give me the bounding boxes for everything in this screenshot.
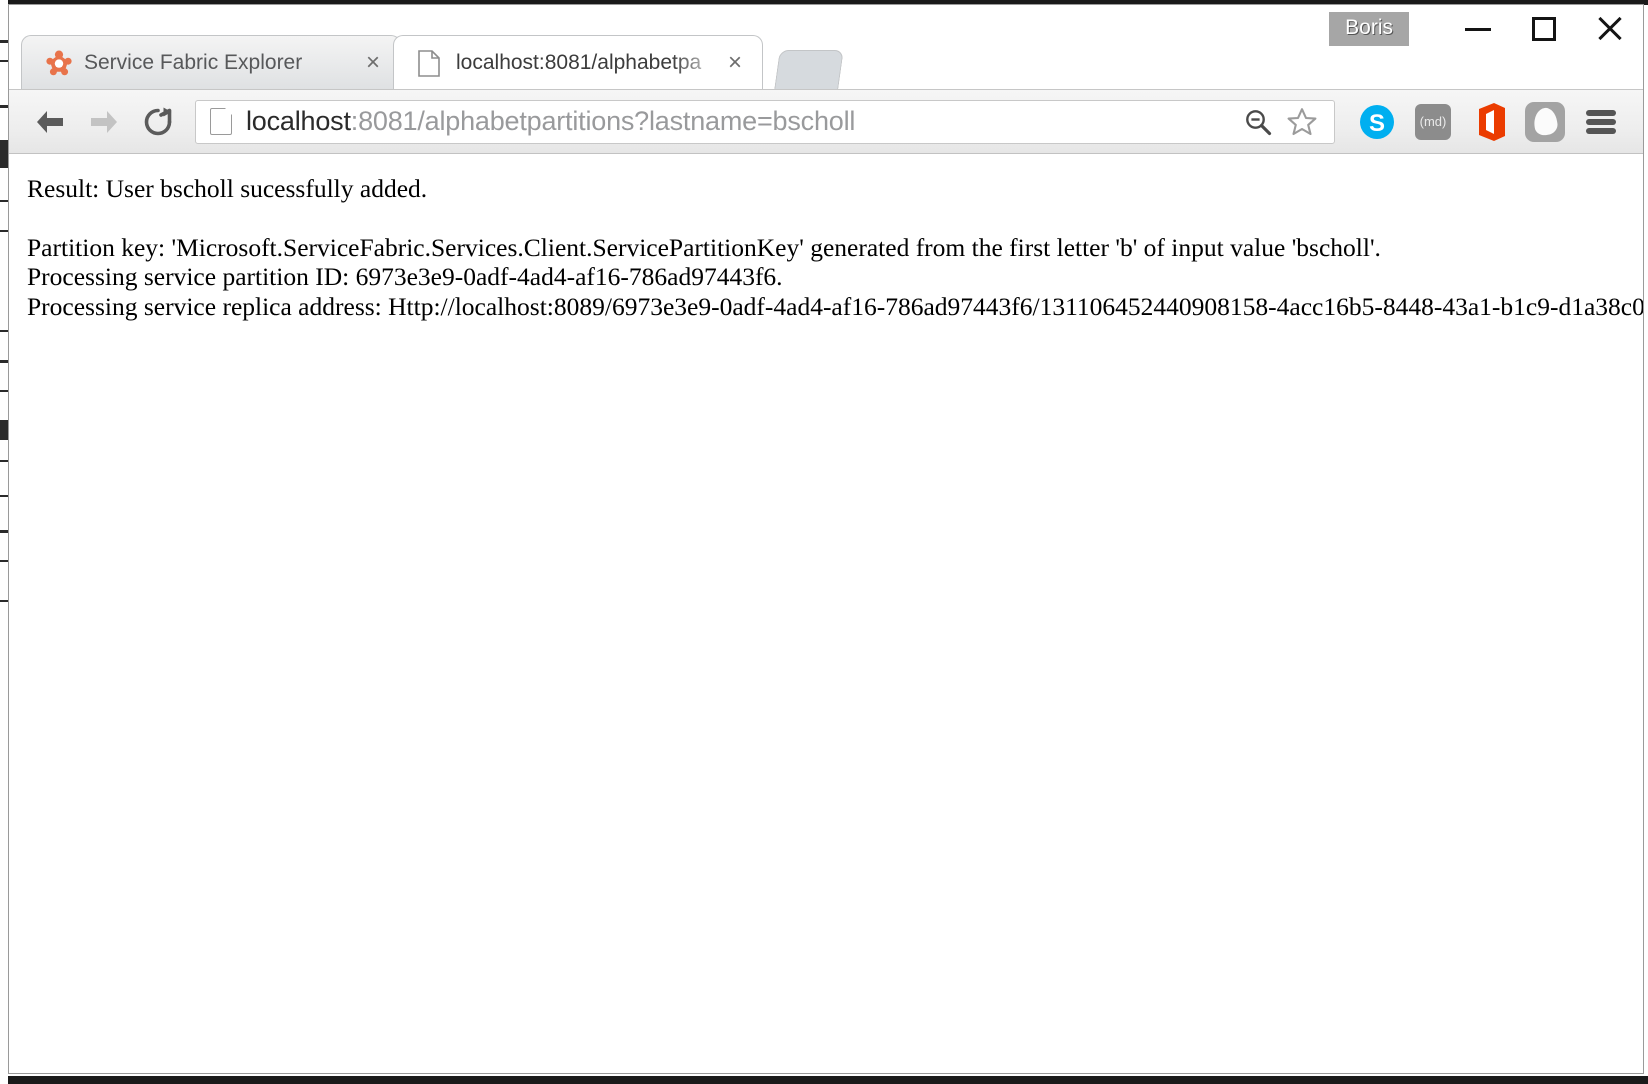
url-host: localhost — [246, 106, 351, 136]
url-path: :8081/alphabetpartitions?lastname=bschol… — [350, 106, 856, 136]
skype-icon: S — [1360, 104, 1394, 139]
minimize-icon — [1465, 27, 1491, 31]
maximize-icon — [1532, 17, 1556, 41]
tab-localhost-alphabetpartitions[interactable]: localhost:8081/alphabetpa × — [393, 35, 763, 89]
address-bar[interactable]: localhost:8081/alphabetpartitions?lastna… — [195, 99, 1335, 144]
back-button[interactable] — [23, 95, 77, 149]
markdown-badge: (md) — [1415, 103, 1451, 140]
tab-strip: Service Fabric Explorer × localhost:8081… — [9, 5, 1643, 90]
office-icon — [1479, 102, 1505, 141]
tab-close-icon[interactable]: × — [720, 48, 750, 78]
page-info-icon[interactable] — [210, 107, 233, 135]
result-line: Result: User bscholl sucessfully added. — [27, 174, 428, 203]
star-icon — [1287, 107, 1317, 135]
svg-text:S: S — [1369, 110, 1385, 137]
service-fabric-logo-icon — [46, 50, 72, 76]
browser-toolbar: localhost:8081/alphabetpartitions?lastna… — [9, 90, 1643, 154]
reload-icon — [144, 107, 172, 135]
reload-button[interactable] — [131, 95, 185, 149]
background-window-edge — [0, 0, 8, 1084]
tab-close-icon[interactable]: × — [358, 48, 388, 78]
pocket-blob-icon — [1531, 106, 1559, 137]
page-content: Result: User bscholl sucessfully added. … — [9, 154, 1644, 1073]
partition-key-line: Partition key: 'Microsoft.ServiceFabric.… — [27, 232, 1381, 262]
pocket-badge — [1525, 101, 1565, 142]
browser-window: Service Fabric Explorer × localhost:8081… — [8, 4, 1644, 1074]
window-controls: Boris — [1329, 5, 1643, 53]
maximize-button[interactable] — [1511, 5, 1577, 53]
skype-extension-button[interactable]: S — [1349, 94, 1405, 150]
markdown-extension-button[interactable]: (md) — [1405, 94, 1461, 150]
back-arrow-icon — [37, 110, 63, 133]
url-text: localhost:8081/alphabetpartitions?lastna… — [246, 106, 1236, 137]
close-icon — [1595, 14, 1625, 44]
profile-name-chip[interactable]: Boris — [1329, 12, 1409, 46]
bookmark-button[interactable] — [1280, 100, 1324, 144]
zoom-out-icon — [1246, 109, 1272, 135]
new-tab-button[interactable] — [774, 50, 844, 89]
office-extension-button[interactable] — [1461, 94, 1517, 150]
zoom-out-button[interactable] — [1236, 100, 1280, 144]
chrome-menu-button[interactable] — [1573, 94, 1629, 150]
close-window-button[interactable] — [1577, 5, 1643, 53]
tab-title: Service Fabric Explorer — [84, 50, 303, 74]
forward-button — [77, 95, 131, 149]
tab-service-fabric-explorer[interactable]: Service Fabric Explorer × — [21, 35, 401, 89]
forward-arrow-icon — [91, 110, 117, 133]
pocket-extension-button[interactable] — [1517, 94, 1573, 150]
screen-bottom-edge — [0, 1076, 1648, 1084]
replica-address-line: Processing service replica address: Http… — [27, 291, 1644, 321]
tab-title: localhost:8081/alphabetpa — [456, 50, 702, 74]
generic-page-icon — [418, 49, 444, 77]
minimize-button[interactable] — [1445, 5, 1511, 53]
desktop-background: Service Fabric Explorer × localhost:8081… — [0, 0, 1648, 1084]
hamburger-menu-icon — [1586, 109, 1616, 134]
partition-id-line: Processing service partition ID: 6973e3e… — [27, 262, 783, 291]
